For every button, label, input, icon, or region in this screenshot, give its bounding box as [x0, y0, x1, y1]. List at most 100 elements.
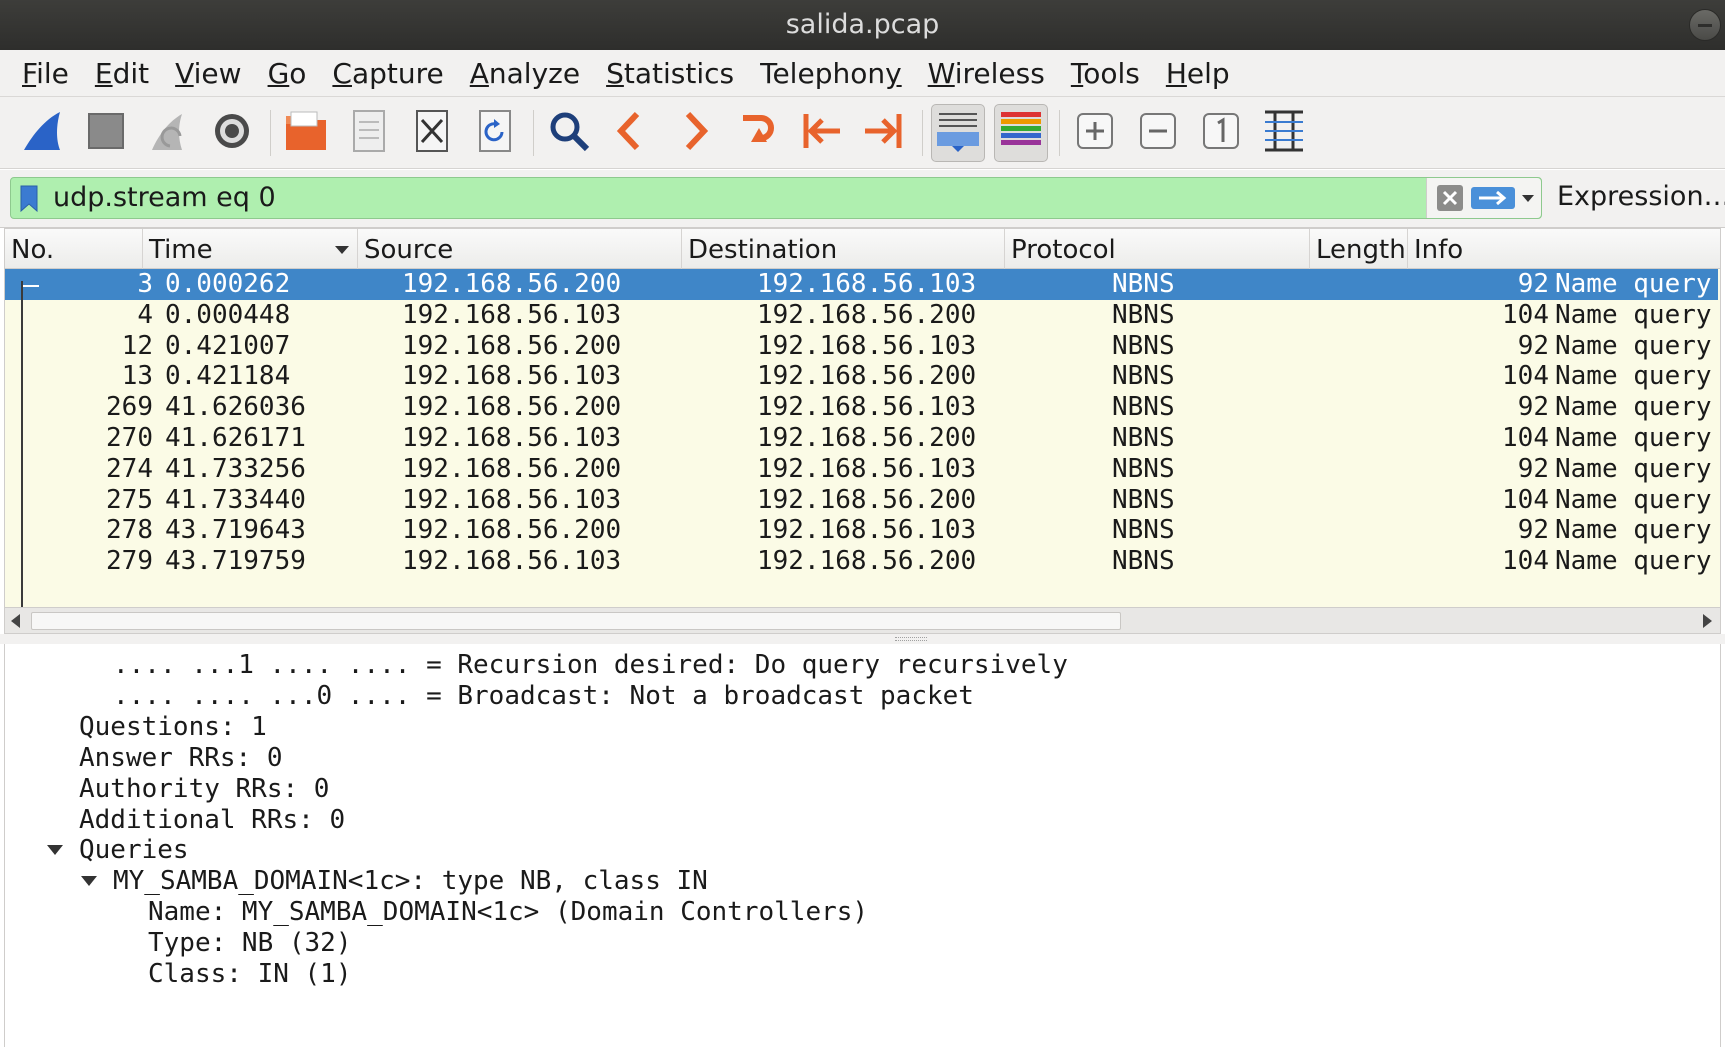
menu-label-part: S	[606, 56, 624, 90]
menu-item-capture[interactable]: Capture	[332, 57, 443, 90]
column-header-destination[interactable]: Destination	[682, 229, 1005, 269]
display-filter-bar: udp.stream eq 0 Expression…	[0, 170, 1725, 228]
menu-item-wireless[interactable]: Wireless	[928, 57, 1045, 90]
splitter-grip-icon[interactable]	[895, 637, 927, 641]
autoscroll-button[interactable]	[931, 103, 985, 162]
normal-size-button[interactable]	[1194, 104, 1248, 162]
packet-cell-no: 275	[106, 484, 153, 515]
packet-cell-source: 192.168.56.103	[402, 361, 622, 392]
detail-text: Questions: 1	[79, 711, 267, 742]
packet-row[interactable]: 270 41.626171 192.168.56.103 192.168.56.200…	[5, 423, 1718, 454]
display-filter-input[interactable]: udp.stream eq 0	[10, 177, 1542, 219]
colorize-icon	[996, 106, 1046, 160]
expand-triangle-icon[interactable]	[47, 845, 63, 856]
detail-tree-leaf[interactable]: .... ...1 .... .... = Recursion desired:…	[113, 648, 1068, 682]
go-to-packet-button[interactable]	[731, 104, 785, 162]
menu-item-statistics[interactable]: Statistics	[606, 57, 734, 90]
detail-tree-node[interactable]: Queries	[47, 833, 189, 867]
detail-tree-leaf[interactable]: Answer RRs: 0	[79, 741, 283, 775]
expression-button[interactable]: Expression…	[1557, 181, 1725, 212]
menu-label-part: dit	[112, 56, 150, 90]
colorize-button[interactable]	[994, 103, 1048, 162]
packet-cell-protocol: NBNS	[1112, 484, 1175, 515]
packet-row[interactable]: 279 43.719759 192.168.56.103 192.168.56.200…	[5, 546, 1718, 577]
restart-button[interactable]	[142, 104, 196, 162]
first-packet-button[interactable]	[794, 104, 848, 162]
zoom-in-button[interactable]	[1068, 104, 1122, 162]
packet-cell-info: Name query	[1555, 546, 1712, 577]
horizontal-scrollbar[interactable]	[5, 607, 1720, 633]
save-file-icon	[344, 106, 394, 160]
menu-item-go[interactable]: Go	[268, 57, 307, 90]
bookmark-icon[interactable]	[19, 185, 39, 212]
zoom-out-button[interactable]	[1131, 104, 1185, 162]
packet-row[interactable]: 4 0.000448 192.168.56.103 192.168.56.200 NBN…	[5, 300, 1718, 331]
column-header-no[interactable]: No.	[5, 229, 143, 269]
save-file-button[interactable]	[342, 104, 396, 162]
packet-cell-destination: 192.168.56.200	[757, 546, 977, 577]
detail-tree-node[interactable]: MY_SAMBA_DOMAIN<1c>: type NB, class IN	[81, 864, 708, 898]
detail-tree-leaf[interactable]: Name: MY_SAMBA_DOMAIN<1c> (Domain Contro…	[148, 895, 868, 929]
scroll-right-arrow-icon[interactable]	[1703, 614, 1712, 628]
window-close-button[interactable]	[1689, 9, 1721, 41]
clear-filter-icon[interactable]	[1437, 185, 1463, 211]
packet-row[interactable]: 275 41.733440 192.168.56.103 192.168.56.200…	[5, 485, 1718, 516]
packet-row[interactable]: 3 0.000262 192.168.56.200 192.168.56.103 NBN…	[5, 269, 1718, 301]
menu-item-telephony[interactable]: Telephony	[760, 57, 902, 90]
menu-item-edit[interactable]: Edit	[95, 57, 149, 90]
filter-text[interactable]: udp.stream eq 0	[53, 182, 276, 213]
detail-tree-leaf[interactable]: Authority RRs: 0	[79, 772, 329, 806]
go-back-button[interactable]	[605, 104, 659, 162]
close-file-button[interactable]	[405, 104, 459, 162]
packet-cell-protocol: NBNS	[1112, 515, 1175, 546]
packet-cell-no: 269	[106, 392, 153, 423]
packet-row[interactable]: 269 41.626036 192.168.56.200 192.168.56.103…	[5, 392, 1718, 423]
detail-tree-leaf[interactable]: Class: IN (1)	[148, 957, 352, 991]
detail-tree-leaf[interactable]: Additional RRs: 0	[79, 803, 345, 837]
expand-triangle-icon[interactable]	[81, 876, 97, 887]
find-button[interactable]	[542, 104, 596, 162]
menu-item-help[interactable]: Help	[1166, 57, 1230, 90]
pane-splitter[interactable]	[0, 634, 1725, 644]
last-packet-button[interactable]	[857, 104, 911, 162]
apply-filter-icon[interactable]	[1471, 187, 1515, 209]
stop-icon	[81, 106, 131, 160]
open-folder-button[interactable]	[279, 104, 333, 162]
menu-label-part: T	[1070, 56, 1084, 90]
menu-item-file[interactable]: File	[22, 57, 69, 90]
packet-cell-destination: 192.168.56.103	[757, 515, 977, 546]
column-header-length[interactable]: Length	[1310, 229, 1408, 269]
first-packet-icon	[796, 106, 846, 160]
packet-row[interactable]: 12 0.421007 192.168.56.200 192.168.56.103 NB…	[5, 331, 1718, 362]
packet-row[interactable]: 13 0.421184 192.168.56.103 192.168.56.200 NB…	[5, 361, 1718, 392]
detail-tree-leaf[interactable]: Questions: 1	[79, 710, 267, 744]
packet-row[interactable]: 274 41.733256 192.168.56.200 192.168.56.103…	[5, 454, 1718, 485]
stop-button[interactable]	[79, 104, 133, 162]
toolbar-separator	[533, 109, 534, 156]
packet-row[interactable]: 278 43.719643 192.168.56.200 192.168.56.103…	[5, 515, 1718, 546]
column-header-protocol[interactable]: Protocol	[1005, 229, 1310, 269]
packet-cell-destination: 192.168.56.103	[757, 269, 977, 299]
menu-label-part: F	[22, 56, 37, 90]
filter-history-dropdown-icon[interactable]	[1522, 195, 1534, 202]
menu-label-part: tatistics	[623, 56, 735, 90]
go-forward-button[interactable]	[668, 104, 722, 162]
menu-item-tools[interactable]: Tools	[1071, 57, 1140, 90]
shark-fin-start-button[interactable]	[16, 104, 70, 162]
options-gear-button[interactable]	[205, 104, 259, 162]
resize-columns-button[interactable]	[1257, 104, 1311, 162]
detail-tree-leaf[interactable]: .... .... ...0 .... = Broadcast: Not a b…	[113, 679, 974, 713]
column-header-time[interactable]: Time	[143, 229, 358, 269]
detail-tree-leaf[interactable]: Type: NB (32)	[148, 926, 352, 960]
scrollbar-thumb[interactable]	[31, 612, 1121, 630]
reload-button[interactable]	[468, 104, 522, 162]
column-header-source[interactable]: Source	[358, 229, 682, 269]
menu-item-analyze[interactable]: Analyze	[470, 57, 580, 90]
scroll-left-arrow-icon[interactable]	[11, 614, 20, 628]
column-header-info[interactable]: Info	[1408, 229, 1720, 269]
packet-cell-length: 104	[1502, 361, 1549, 392]
menu-bar: File Edit View Go Capture Analyze Statistics Te…	[0, 50, 1725, 97]
packet-cell-protocol: NBNS	[1112, 361, 1175, 392]
menu-item-view[interactable]: View	[175, 57, 241, 90]
menu-label-part: Telephon	[760, 56, 886, 90]
